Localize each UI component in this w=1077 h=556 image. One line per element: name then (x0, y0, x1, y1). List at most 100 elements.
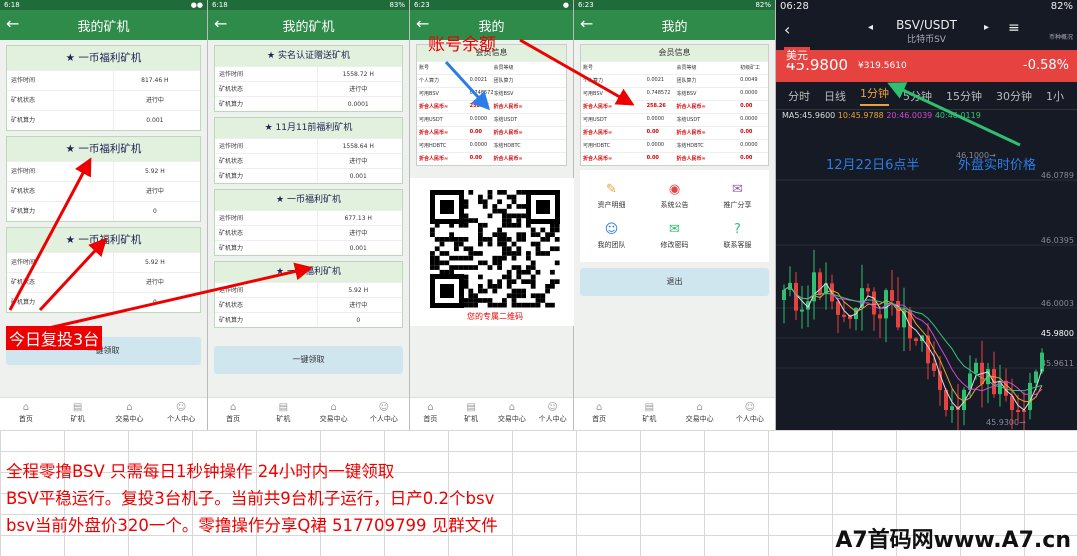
menu-asset-details[interactable]: ✎ 资产明细 (580, 176, 643, 216)
timeframe-tab[interactable]: 30分钟 (996, 88, 1032, 104)
tab-profile[interactable]: ☺ 个人中心 (532, 398, 573, 430)
status-time: 6:23 (578, 1, 594, 9)
row-value: 0.001 (317, 241, 398, 255)
info-label: 可用BSV (581, 87, 645, 100)
row-label: 矿机算力 (219, 101, 244, 108)
row-value: 5.92 H (317, 283, 398, 297)
info-value: 0.0000 (644, 139, 675, 152)
row-value: 0.001 (317, 169, 398, 183)
tab-miner[interactable]: ▤ 矿机 (451, 398, 492, 430)
tab-label: 交易中心 (685, 415, 714, 423)
annotation-reinvest: 今日复投3台 (6, 326, 103, 350)
candle (866, 288, 870, 292)
tab-trade[interactable]: ⌂ 交易中心 (104, 398, 156, 430)
prev-pair-icon[interactable]: ◂ (868, 22, 873, 33)
tab-miner[interactable]: ▤ 矿机 (624, 398, 674, 430)
tab-miner[interactable]: ▤ 矿机 (258, 398, 308, 430)
row-value: 5.92 H (112, 162, 196, 181)
timeframe-tab[interactable]: 15分钟 (946, 88, 982, 104)
tab-label: 矿机 (276, 415, 291, 423)
y-tick-label: 46.0003 (1041, 299, 1074, 308)
tab-profile[interactable]: ☺ 个人中心 (725, 398, 775, 430)
page-title: 我的矿机 (77, 19, 130, 35)
header: ← 我的 (574, 10, 775, 40)
timeframe-tab[interactable]: 1小 (1046, 88, 1064, 104)
profile-icon: ☺ (547, 402, 558, 413)
info-label: 个人算力 (581, 74, 645, 87)
menu-promote-share[interactable]: ✉ 推广分享 (706, 176, 769, 216)
system-notice-icon: ◉ (668, 182, 681, 197)
menu-change-password[interactable]: ✉ 修改密码 (643, 216, 706, 256)
info-label: 可用USDT (417, 113, 468, 126)
menu-system-notice[interactable]: ◉ 系统公告 (643, 176, 706, 216)
tab-home[interactable]: ⌂ 首页 (574, 398, 624, 430)
candle (1028, 382, 1032, 410)
candle (842, 314, 846, 317)
menu-my-team[interactable]: ☺ 我的团队 (580, 216, 643, 256)
candlestick-chart: 46.078946.039546.000345.980045.961146.10… (776, 151, 1077, 430)
bsv-market-screen: 06:28 82% ‹ ◂ BSV/USDT 比特币SV ▸ ≡ 币种概况 45.… (776, 0, 1077, 430)
miner-card-title: ★ 一币福利矿机 (215, 190, 402, 210)
battery-level: 82% (755, 1, 771, 9)
logout-button[interactable]: 退出 (580, 268, 769, 296)
ma-line (783, 285, 1043, 395)
info-value (542, 152, 566, 165)
currency-overview-link[interactable]: 币种概况 (1049, 32, 1073, 41)
home-icon: ⌂ (595, 402, 603, 413)
info-label: 折合人民币≈ (581, 152, 645, 165)
tab-home[interactable]: ⌂ 首页 (410, 398, 451, 430)
back-arrow-icon[interactable]: ‹ (784, 20, 790, 39)
tab-trade[interactable]: ⌂ 交易中心 (309, 398, 359, 430)
notes-block: 全程零撸BSV 只需每日1秒钟操作 24小时内一键领取 BSV平稳运行。复投3台… (6, 458, 498, 539)
menu-contact-support[interactable]: ? 联系客服 (706, 216, 769, 256)
miner-card-row: 矿机算力 0.001 (7, 110, 200, 130)
timeframe-tab[interactable]: 1分钟 (860, 85, 889, 106)
screenshot-collage: 6:18 ●● ← 我的矿机 ★ 一币福利矿机 运作时间 817.46 H 矿机状态 进行中… (0, 0, 1077, 556)
tab-bar: ⌂ 首页 ▤ 矿机 ⌂ 交易中心 ☺ 个人中心 (208, 397, 409, 430)
miner-icon: ▤ (278, 402, 289, 413)
trade-icon: ⌂ (330, 402, 337, 413)
info-label: 冻结BSV (674, 87, 739, 100)
info-label: 折合人民币≈ (491, 100, 543, 113)
info-label: 可用BSV (417, 87, 468, 100)
timeframe-tab[interactable]: 日线 (824, 88, 846, 104)
tab-trade[interactable]: ⌂ 交易中心 (675, 398, 725, 430)
info-value: 0.0000 (738, 113, 768, 126)
row-label: 运作时间 (219, 287, 244, 294)
tab-profile[interactable]: ☺ 个人中心 (359, 398, 409, 430)
y-tick-label: 45.9800 (1041, 329, 1074, 338)
row-value: 0.001 (112, 111, 196, 130)
y-tick-label: 46.0789 (1041, 171, 1074, 180)
status-time: 6:23 (414, 1, 430, 9)
tab-home[interactable]: ⌂ 首页 (208, 398, 258, 430)
tab-miner[interactable]: ▤ 矿机 (52, 398, 104, 430)
back-arrow-icon[interactable]: ← (214, 16, 227, 32)
miner-card: ★ 一币福利矿机 运作时间 5.92 H 矿机状态 进行中 矿机算力 0 (6, 227, 201, 313)
price-bar: 45.9800 ¥319.5610 -0.58% (776, 50, 1077, 82)
candle (1034, 371, 1038, 383)
info-label: 折合人民币≈ (417, 152, 468, 165)
timeframe-tab[interactable]: 分时 (788, 88, 810, 104)
candle (782, 289, 786, 300)
miner-card-row: 矿机算力 0.001 (215, 168, 402, 183)
claim-button[interactable]: 一键领取 (214, 346, 403, 374)
tab-trade[interactable]: ⌂ 交易中心 (492, 398, 533, 430)
tab-profile[interactable]: ☺ 个人中心 (155, 398, 207, 430)
back-arrow-icon[interactable]: ← (580, 16, 593, 32)
info-value (542, 61, 566, 74)
back-arrow-icon[interactable]: ← (6, 16, 19, 32)
row-label: 运作时间 (11, 168, 36, 175)
row-label: 矿机算力 (11, 299, 36, 306)
miner-icon: ▤ (72, 402, 83, 413)
row-value: 1558.72 H (317, 67, 398, 81)
miner-card-row: 矿机算力 0 (215, 312, 402, 327)
row-value: 进行中 (112, 273, 196, 292)
menu-icon[interactable]: ≡ (1008, 20, 1020, 36)
info-value: 0.0000 (738, 139, 768, 152)
candle (932, 363, 936, 371)
contact-support-icon: ? (734, 222, 741, 237)
tab-home[interactable]: ⌂ 首页 (0, 398, 52, 430)
timeframe-tab[interactable]: 5分钟 (903, 88, 932, 104)
candle (1040, 352, 1044, 372)
next-pair-icon[interactable]: ▸ (984, 22, 989, 33)
